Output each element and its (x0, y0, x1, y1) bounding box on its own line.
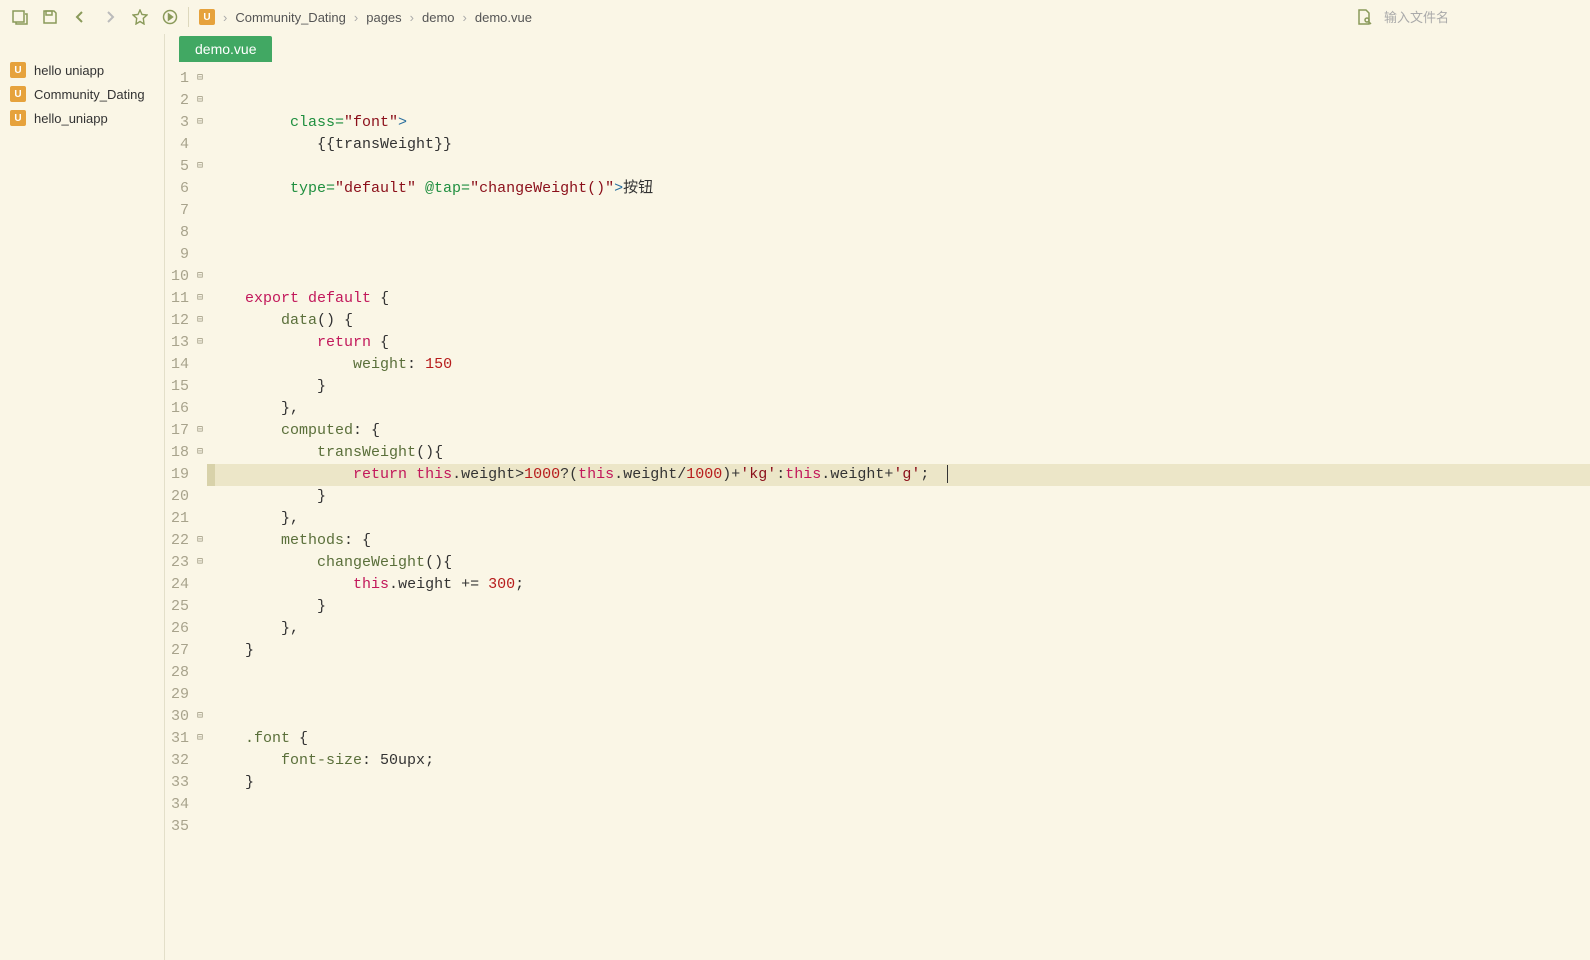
star-icon[interactable] (126, 3, 154, 31)
project-icon: U (199, 9, 215, 25)
chevron-icon: › (410, 10, 414, 25)
breadcrumb: U › Community_Dating › pages › demo › de… (199, 9, 532, 25)
editor: demo.vue 1234567891011121314151617181920… (165, 34, 1590, 960)
tab-demo-vue[interactable]: demo.vue (179, 36, 272, 62)
sidebar: U hello uniapp U Community_Dating U hell… (0, 34, 165, 960)
code-viewport[interactable]: 1234567891011121314151617181920212223242… (165, 62, 1590, 960)
sidebar-item-hello-uniapp[interactable]: U hello uniapp (0, 58, 164, 82)
breadcrumb-project[interactable]: Community_Dating (235, 10, 346, 25)
breadcrumb-seg[interactable]: demo.vue (475, 10, 532, 25)
search-wrap (1350, 3, 1584, 31)
save-icon[interactable] (36, 3, 64, 31)
fold-column: ⊟⊟⊟⊟⊟⊟⊟⊟⊟⊟⊟⊟⊟⊟ (193, 68, 207, 960)
file-search-input[interactable] (1384, 10, 1584, 25)
project-icon: U (10, 110, 26, 126)
sidebar-item-community-dating[interactable]: U Community_Dating (0, 82, 164, 106)
breadcrumb-seg[interactable]: demo (422, 10, 455, 25)
toolbar: U › Community_Dating › pages › demo › de… (0, 0, 1590, 34)
divider (188, 7, 189, 27)
nav-back-icon[interactable] (66, 3, 94, 31)
chevron-icon: › (354, 10, 358, 25)
main: U hello uniapp U Community_Dating U hell… (0, 34, 1590, 960)
code[interactable]: class="font"> {{transWeight}} type="defa… (207, 68, 1590, 960)
terminal-icon[interactable] (6, 3, 34, 31)
line-numbers: 1234567891011121314151617181920212223242… (165, 68, 193, 960)
tab-label: demo.vue (195, 41, 256, 57)
project-icon: U (10, 62, 26, 78)
chevron-icon: › (223, 10, 227, 25)
sidebar-item-label: hello uniapp (34, 63, 104, 78)
sidebar-item-hello-uniapp2[interactable]: U hello_uniapp (0, 106, 164, 130)
breadcrumb-seg[interactable]: pages (366, 10, 401, 25)
sidebar-item-label: hello_uniapp (34, 111, 108, 126)
tab-bar: demo.vue (165, 34, 1590, 62)
search-file-icon[interactable] (1350, 3, 1378, 31)
nav-forward-icon[interactable] (96, 3, 124, 31)
sidebar-item-label: Community_Dating (34, 87, 145, 102)
chevron-icon: › (463, 10, 467, 25)
project-icon: U (10, 86, 26, 102)
run-icon[interactable] (156, 3, 184, 31)
